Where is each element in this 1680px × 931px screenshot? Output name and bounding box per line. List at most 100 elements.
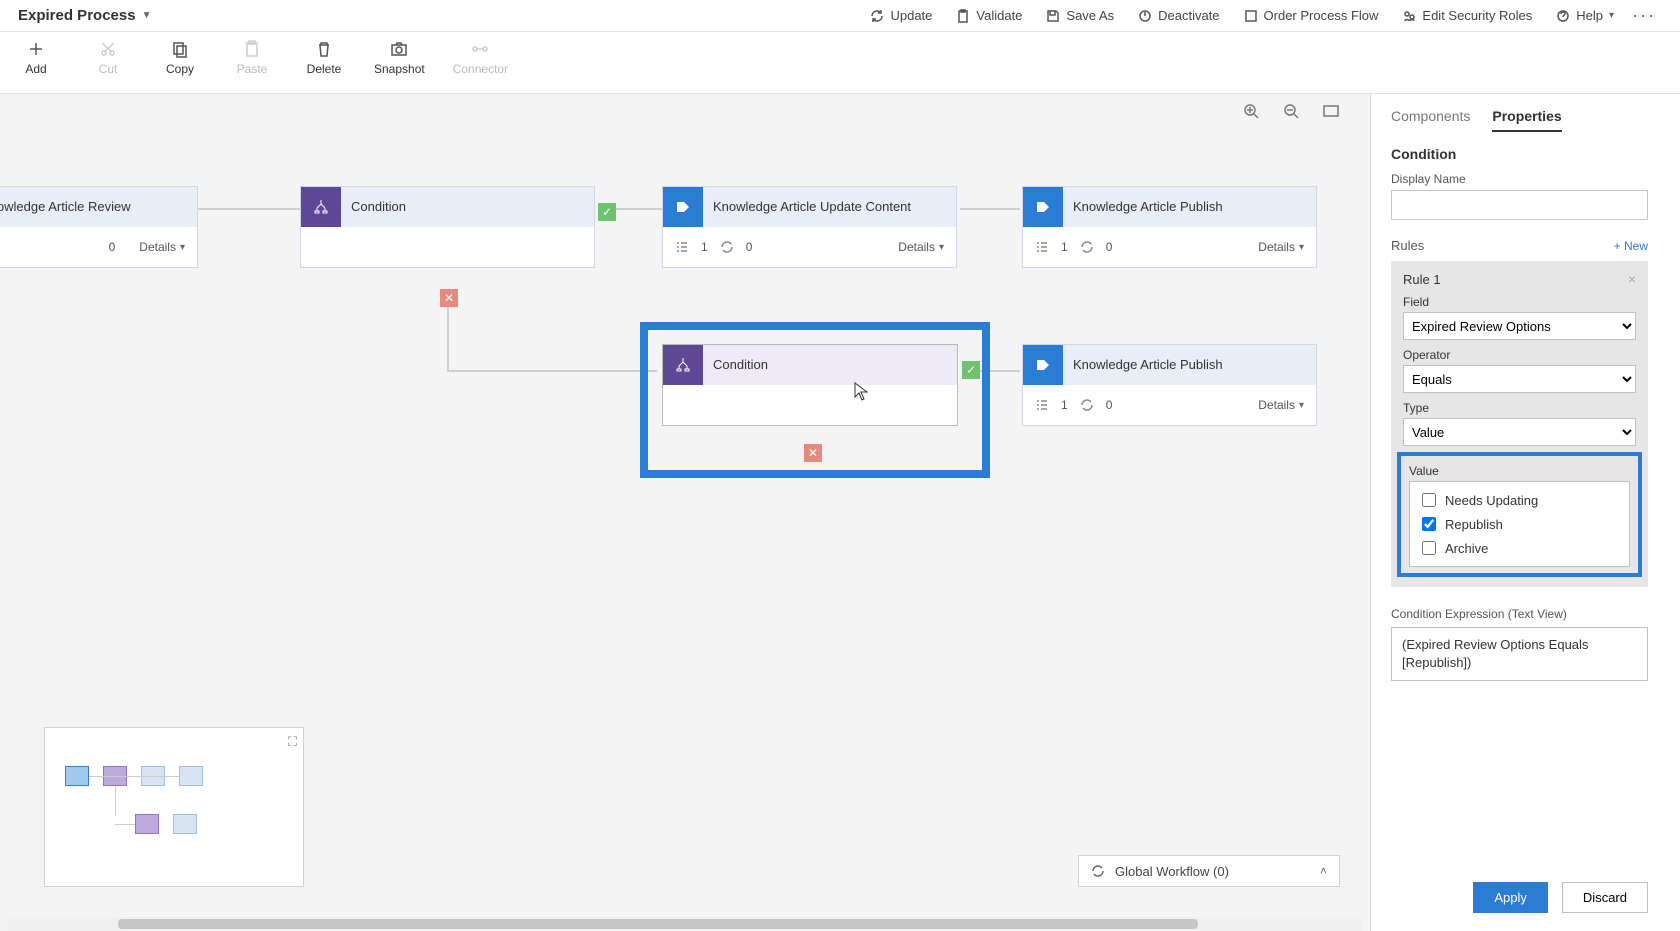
value-option-label: Archive xyxy=(1445,541,1488,556)
paste-button[interactable]: Paste xyxy=(230,40,274,76)
deactivate-label: Deactivate xyxy=(1158,8,1219,23)
validate-button[interactable]: Validate xyxy=(944,8,1034,23)
security-icon xyxy=(1402,9,1416,23)
condition-title: Condition xyxy=(341,187,594,227)
checkbox-needs-updating[interactable] xyxy=(1422,493,1436,507)
connector-line xyxy=(198,208,303,210)
field-count: 1 xyxy=(701,240,708,254)
value-option-label: Needs Updating xyxy=(1445,493,1538,508)
help-icon xyxy=(1556,9,1570,23)
step-count: 0 xyxy=(1106,240,1113,254)
fit-screen-button[interactable] xyxy=(1322,102,1340,123)
stage-icon xyxy=(1023,345,1063,385)
chevron-down-icon: ▾ xyxy=(180,242,185,253)
connector-label: Connector xyxy=(453,62,508,76)
minimap[interactable]: ⛶ xyxy=(44,727,304,887)
zoom-in-icon xyxy=(1242,102,1260,120)
checkbox-republish[interactable] xyxy=(1422,517,1436,531)
new-rule-button[interactable]: + New xyxy=(1614,239,1648,253)
close-rule-icon[interactable]: × xyxy=(1628,271,1636,287)
value-option-republish[interactable]: Republish xyxy=(1418,512,1621,536)
cut-button[interactable]: Cut xyxy=(86,40,130,76)
zoom-out-icon xyxy=(1282,102,1300,120)
details-toggle[interactable]: Details ▾ xyxy=(1258,240,1304,254)
order-label: Order Process Flow xyxy=(1264,8,1379,23)
zoom-out-button[interactable] xyxy=(1282,102,1300,123)
zoom-in-button[interactable] xyxy=(1242,102,1260,123)
add-label: Add xyxy=(25,62,46,76)
cut-label: Cut xyxy=(99,62,118,76)
display-name-label: Display Name xyxy=(1391,172,1648,186)
rule-container: Rule 1 × Field Expired Review Options Op… xyxy=(1391,261,1648,587)
copy-label: Copy xyxy=(166,62,194,76)
stage-publish-2[interactable]: Knowledge Article Publish 1 0 Details ▾ xyxy=(1022,344,1317,426)
paste-icon xyxy=(243,40,261,58)
add-button[interactable]: Add xyxy=(14,40,58,76)
refresh-icon xyxy=(720,240,734,254)
more-button[interactable]: ··· xyxy=(1626,5,1662,26)
step-count: 0 xyxy=(746,240,753,254)
operator-select[interactable]: Equals xyxy=(1403,365,1636,393)
global-workflow-bar[interactable]: Global Workflow (0) ˄ xyxy=(1078,855,1340,887)
minimap-line xyxy=(115,786,116,816)
value-options-list: Needs Updating Republish Archive xyxy=(1409,481,1630,567)
checkbox-archive[interactable] xyxy=(1422,541,1436,555)
type-select[interactable]: Value xyxy=(1403,418,1636,446)
stage-update-content[interactable]: Knowledge Article Update Content 1 0 Det… xyxy=(662,186,957,268)
details-toggle[interactable]: Details ▾ xyxy=(139,240,185,254)
designer-canvas[interactable]: Knowledge Article Review 0 Details ▾ Con… xyxy=(0,94,1370,931)
chevron-up-icon[interactable]: ˄ xyxy=(1320,864,1327,878)
discard-button[interactable]: Discard xyxy=(1562,882,1648,913)
display-name-input[interactable] xyxy=(1391,190,1648,220)
stage-knowledge-article-review[interactable]: Knowledge Article Review 0 Details ▾ xyxy=(0,186,198,268)
branch-icon xyxy=(663,345,703,385)
field-count: 1 xyxy=(1061,398,1068,412)
stage-publish-1[interactable]: Knowledge Article Publish 1 0 Details ▾ xyxy=(1022,186,1317,268)
list-icon xyxy=(1035,240,1049,254)
deactivate-icon xyxy=(1138,9,1152,23)
value-option-label: Republish xyxy=(1445,517,1503,532)
snapshot-button[interactable]: Snapshot xyxy=(374,40,425,76)
details-toggle[interactable]: Details ▾ xyxy=(1258,398,1304,412)
connector-line xyxy=(960,208,1020,210)
operator-label: Operator xyxy=(1403,348,1636,362)
refresh-icon xyxy=(870,9,884,23)
plus-icon xyxy=(27,40,45,58)
condition-tile-2[interactable]: Condition xyxy=(662,344,958,426)
scrollbar-thumb[interactable] xyxy=(118,919,1198,929)
delete-button[interactable]: Delete xyxy=(302,40,346,76)
value-option-needs-updating[interactable]: Needs Updating xyxy=(1418,488,1621,512)
saveas-label: Save As xyxy=(1066,8,1114,23)
deactivate-button[interactable]: Deactivate xyxy=(1126,8,1231,23)
properties-panel: Components Properties Condition Display … xyxy=(1370,94,1668,931)
apply-button[interactable]: Apply xyxy=(1473,882,1548,913)
chevron-down-icon: ▼ xyxy=(142,10,152,21)
order-flow-button[interactable]: Order Process Flow xyxy=(1232,8,1391,23)
tab-properties[interactable]: Properties xyxy=(1492,108,1561,132)
copy-icon xyxy=(171,40,189,58)
connector-button[interactable]: Connector xyxy=(453,40,508,76)
condition-title: Condition xyxy=(703,345,957,385)
branch-icon xyxy=(301,187,341,227)
copy-button[interactable]: Copy xyxy=(158,40,202,76)
minimap-node xyxy=(135,814,159,834)
refresh-icon xyxy=(1080,398,1094,412)
saveas-button[interactable]: Save As xyxy=(1034,8,1126,23)
step-count: 0 xyxy=(1106,398,1113,412)
horizontal-scrollbar[interactable] xyxy=(8,917,1362,931)
edit-security-button[interactable]: Edit Security Roles xyxy=(1390,8,1544,23)
stage-title: Knowledge Article Update Content xyxy=(703,187,956,227)
expand-icon[interactable]: ⛶ xyxy=(288,734,297,750)
field-select[interactable]: Expired Review Options xyxy=(1403,312,1636,340)
help-button[interactable]: Help ▾ xyxy=(1544,8,1626,23)
condition-tile-1[interactable]: Condition xyxy=(300,186,595,268)
details-toggle[interactable]: Details ▾ xyxy=(898,240,944,254)
refresh-icon xyxy=(1080,240,1094,254)
update-button[interactable]: Update xyxy=(858,8,944,23)
stage-title: Knowledge Article Publish xyxy=(1063,187,1316,227)
field-count: 1 xyxy=(1061,240,1068,254)
tab-components[interactable]: Components xyxy=(1391,108,1470,132)
connector-icon xyxy=(471,40,489,58)
value-option-archive[interactable]: Archive xyxy=(1418,536,1621,560)
process-title[interactable]: Expired Process ▼ xyxy=(18,7,151,24)
